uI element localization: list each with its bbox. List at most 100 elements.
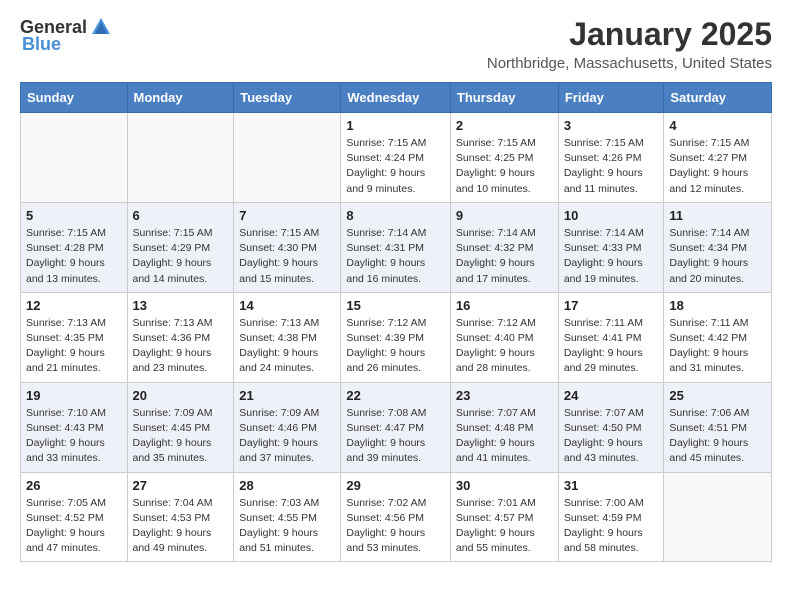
day-info: Sunrise: 7:13 AM Sunset: 4:38 PM Dayligh… (239, 316, 335, 377)
calendar-cell (234, 113, 341, 203)
calendar-cell: 22 Sunrise: 7:08 AM Sunset: 4:47 PM Dayli… (341, 382, 451, 472)
day-number: 2 (456, 118, 553, 133)
calendar-cell: 16 Sunrise: 7:12 AM Sunset: 4:40 PM Dayli… (450, 292, 558, 382)
calendar-week-row: 1 Sunrise: 7:15 AM Sunset: 4:24 PM Daylig… (21, 113, 772, 203)
day-number: 21 (239, 388, 335, 403)
calendar-cell: 14 Sunrise: 7:13 AM Sunset: 4:38 PM Dayli… (234, 292, 341, 382)
day-number: 18 (669, 298, 766, 313)
calendar-cell: 19 Sunrise: 7:10 AM Sunset: 4:43 PM Dayli… (21, 382, 128, 472)
calendar-cell: 8Sunrise: 7:14 AM Sunset: 4:31 PM Daylig… (341, 202, 451, 292)
calendar-week-row: 26 Sunrise: 7:05 AM Sunset: 4:52 PM Dayli… (21, 472, 772, 562)
day-info: Sunrise: 7:08 AM Sunset: 4:47 PM Dayligh… (346, 406, 445, 467)
day-number: 11 (669, 208, 766, 223)
day-number: 16 (456, 298, 553, 313)
day-number: 25 (669, 388, 766, 403)
col-header-sunday: Sunday (21, 83, 128, 113)
day-number: 28 (239, 478, 335, 493)
day-number: 9 (456, 208, 553, 223)
logo-icon (90, 16, 112, 38)
day-number: 23 (456, 388, 553, 403)
day-number: 7 (239, 208, 335, 223)
day-info: Sunrise: 7:15 AM Sunset: 4:28 PM Dayligh… (26, 226, 122, 287)
logo-blue-text: Blue (22, 34, 61, 55)
calendar-cell: 21Sunrise: 7:09 AM Sunset: 4:46 PM Dayli… (234, 382, 341, 472)
day-info: Sunrise: 7:14 AM Sunset: 4:34 PM Dayligh… (669, 226, 766, 287)
day-info: Sunrise: 7:01 AM Sunset: 4:57 PM Dayligh… (456, 496, 553, 557)
day-info: Sunrise: 7:15 AM Sunset: 4:27 PM Dayligh… (669, 136, 766, 197)
calendar-cell: 6 Sunrise: 7:15 AM Sunset: 4:29 PM Daylig… (127, 202, 234, 292)
day-number: 17 (564, 298, 659, 313)
day-number: 8 (346, 208, 445, 223)
day-number: 5 (26, 208, 122, 223)
col-header-friday: Friday (558, 83, 664, 113)
calendar-week-row: 19 Sunrise: 7:10 AM Sunset: 4:43 PM Dayli… (21, 382, 772, 472)
calendar-week-row: 12 Sunrise: 7:13 AM Sunset: 4:35 PM Dayli… (21, 292, 772, 382)
day-number: 3 (564, 118, 659, 133)
day-number: 30 (456, 478, 553, 493)
calendar-table: SundayMondayTuesdayWednesdayThursdayFrid… (20, 82, 772, 562)
calendar-cell: 1 Sunrise: 7:15 AM Sunset: 4:24 PM Daylig… (341, 113, 451, 203)
day-info: Sunrise: 7:05 AM Sunset: 4:52 PM Dayligh… (26, 496, 122, 557)
calendar-cell: 11 Sunrise: 7:14 AM Sunset: 4:34 PM Dayli… (664, 202, 772, 292)
day-info: Sunrise: 7:15 AM Sunset: 4:29 PM Dayligh… (133, 226, 229, 287)
calendar-cell: 2Sunrise: 7:15 AM Sunset: 4:25 PM Daylig… (450, 113, 558, 203)
calendar-cell: 29Sunrise: 7:02 AM Sunset: 4:56 PM Dayli… (341, 472, 451, 562)
day-info: Sunrise: 7:14 AM Sunset: 4:32 PM Dayligh… (456, 226, 553, 287)
calendar-cell: 5 Sunrise: 7:15 AM Sunset: 4:28 PM Daylig… (21, 202, 128, 292)
calendar-cell: 26 Sunrise: 7:05 AM Sunset: 4:52 PM Dayli… (21, 472, 128, 562)
day-number: 13 (133, 298, 229, 313)
calendar-cell: 3Sunrise: 7:15 AM Sunset: 4:26 PM Daylig… (558, 113, 664, 203)
day-number: 4 (669, 118, 766, 133)
calendar-cell: 27Sunrise: 7:04 AM Sunset: 4:53 PM Dayli… (127, 472, 234, 562)
calendar-cell: 30 Sunrise: 7:01 AM Sunset: 4:57 PM Dayli… (450, 472, 558, 562)
col-header-wednesday: Wednesday (341, 83, 451, 113)
day-info: Sunrise: 7:11 AM Sunset: 4:42 PM Dayligh… (669, 316, 766, 377)
calendar-header-row: SundayMondayTuesdayWednesdayThursdayFrid… (21, 83, 772, 113)
day-info: Sunrise: 7:07 AM Sunset: 4:50 PM Dayligh… (564, 406, 659, 467)
day-info: Sunrise: 7:10 AM Sunset: 4:43 PM Dayligh… (26, 406, 122, 467)
calendar-cell (21, 113, 128, 203)
calendar-cell: 15Sunrise: 7:12 AM Sunset: 4:39 PM Dayli… (341, 292, 451, 382)
header: General Blue January 2025 Northbridge, M… (20, 16, 772, 72)
day-info: Sunrise: 7:00 AM Sunset: 4:59 PM Dayligh… (564, 496, 659, 557)
page: General Blue January 2025 Northbridge, M… (0, 0, 792, 578)
day-info: Sunrise: 7:06 AM Sunset: 4:51 PM Dayligh… (669, 406, 766, 467)
day-number: 24 (564, 388, 659, 403)
col-header-thursday: Thursday (450, 83, 558, 113)
calendar-cell (664, 472, 772, 562)
day-info: Sunrise: 7:13 AM Sunset: 4:35 PM Dayligh… (26, 316, 122, 377)
col-header-saturday: Saturday (664, 83, 772, 113)
calendar-cell: 10Sunrise: 7:14 AM Sunset: 4:33 PM Dayli… (558, 202, 664, 292)
calendar-cell: 12 Sunrise: 7:13 AM Sunset: 4:35 PM Dayli… (21, 292, 128, 382)
col-header-monday: Monday (127, 83, 234, 113)
day-number: 1 (346, 118, 445, 133)
calendar-cell: 28Sunrise: 7:03 AM Sunset: 4:55 PM Dayli… (234, 472, 341, 562)
calendar-week-row: 5 Sunrise: 7:15 AM Sunset: 4:28 PM Daylig… (21, 202, 772, 292)
day-info: Sunrise: 7:04 AM Sunset: 4:53 PM Dayligh… (133, 496, 229, 557)
calendar-cell (127, 113, 234, 203)
day-info: Sunrise: 7:12 AM Sunset: 4:40 PM Dayligh… (456, 316, 553, 377)
title-block: January 2025 Northbridge, Massachusetts,… (487, 16, 772, 72)
calendar-cell: 25 Sunrise: 7:06 AM Sunset: 4:51 PM Dayli… (664, 382, 772, 472)
day-info: Sunrise: 7:14 AM Sunset: 4:33 PM Dayligh… (564, 226, 659, 287)
calendar-cell: 13 Sunrise: 7:13 AM Sunset: 4:36 PM Dayli… (127, 292, 234, 382)
day-number: 29 (346, 478, 445, 493)
day-number: 19 (26, 388, 122, 403)
calendar-cell: 17 Sunrise: 7:11 AM Sunset: 4:41 PM Dayli… (558, 292, 664, 382)
day-number: 31 (564, 478, 659, 493)
calendar-cell: 18 Sunrise: 7:11 AM Sunset: 4:42 PM Dayli… (664, 292, 772, 382)
day-info: Sunrise: 7:13 AM Sunset: 4:36 PM Dayligh… (133, 316, 229, 377)
day-number: 14 (239, 298, 335, 313)
day-info: Sunrise: 7:07 AM Sunset: 4:48 PM Dayligh… (456, 406, 553, 467)
logo: General Blue (20, 16, 113, 55)
calendar-cell: 7 Sunrise: 7:15 AM Sunset: 4:30 PM Daylig… (234, 202, 341, 292)
day-info: Sunrise: 7:15 AM Sunset: 4:30 PM Dayligh… (239, 226, 335, 287)
day-info: Sunrise: 7:11 AM Sunset: 4:41 PM Dayligh… (564, 316, 659, 377)
day-number: 12 (26, 298, 122, 313)
calendar-cell: 24 Sunrise: 7:07 AM Sunset: 4:50 PM Dayli… (558, 382, 664, 472)
day-number: 22 (346, 388, 445, 403)
day-number: 6 (133, 208, 229, 223)
day-info: Sunrise: 7:15 AM Sunset: 4:24 PM Dayligh… (346, 136, 445, 197)
day-number: 26 (26, 478, 122, 493)
day-number: 15 (346, 298, 445, 313)
